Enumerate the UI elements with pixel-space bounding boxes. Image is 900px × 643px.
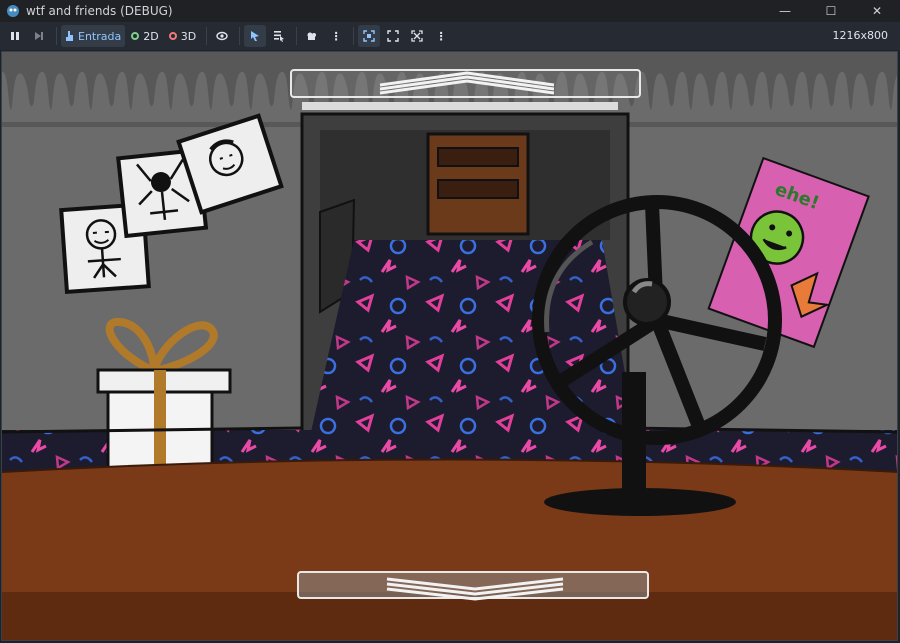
camera-options-button[interactable]: ⋮ xyxy=(325,25,347,47)
door-panel xyxy=(437,147,519,167)
keep-aspect-button[interactable] xyxy=(382,25,404,47)
fit-frame-icon xyxy=(363,30,375,42)
next-frame-button[interactable] xyxy=(28,25,50,47)
next-frame-icon xyxy=(35,32,43,40)
game-scene: ehe! xyxy=(2,52,897,640)
debug-toolbar: Entrada 2D 3D ⋮ ⋮ 1216x800 xyxy=(0,22,900,50)
mode-2d-dot-icon xyxy=(131,32,140,40)
tab-entrada[interactable]: Entrada xyxy=(61,25,126,47)
minimize-icon: — xyxy=(779,4,791,18)
minimize-button[interactable]: — xyxy=(762,0,808,22)
camera-icon xyxy=(307,32,317,40)
look-up-button[interactable] xyxy=(290,69,641,98)
tab-2d[interactable]: 2D xyxy=(127,25,162,47)
door-panel xyxy=(437,179,519,199)
pause-icon xyxy=(11,32,19,40)
tab-3d[interactable]: 3D xyxy=(165,25,200,47)
mode-3d-dot-icon xyxy=(168,32,177,40)
cursor-arrow-icon xyxy=(251,31,260,41)
window-title: wtf and friends (DEBUG) xyxy=(26,4,173,18)
select-button[interactable] xyxy=(244,25,267,47)
list-select-icon xyxy=(274,31,285,42)
chevron-down-icon xyxy=(386,577,564,601)
more-vertical-icon: ⋮ xyxy=(435,29,447,43)
tab-entrada-label: Entrada xyxy=(78,29,122,43)
resolution-label: 1216x800 xyxy=(832,29,889,42)
close-button[interactable]: ✕ xyxy=(854,0,900,22)
embed-options-button[interactable]: ⋮ xyxy=(430,25,452,47)
more-vertical-icon: ⋮ xyxy=(330,29,342,43)
fixed-size-button[interactable] xyxy=(358,25,381,47)
close-icon: ✕ xyxy=(871,4,883,18)
expand-icon xyxy=(387,30,399,42)
look-down-button[interactable] xyxy=(297,571,649,601)
tab-3d-label: 3D xyxy=(180,29,197,43)
game-viewport[interactable]: ehe! xyxy=(1,51,898,641)
camera-override-button[interactable] xyxy=(301,25,323,47)
vent-light xyxy=(302,102,618,110)
list-select-button[interactable] xyxy=(268,25,290,47)
toolbar-separator xyxy=(296,27,298,45)
maximize-icon: ☐ xyxy=(825,4,837,18)
godot-app-icon xyxy=(7,5,19,17)
maximize-button[interactable]: ☐ xyxy=(808,0,854,22)
input-icon xyxy=(66,31,73,41)
stretch-icon xyxy=(411,30,423,42)
eye-icon xyxy=(216,31,228,41)
visibility-button[interactable] xyxy=(211,25,233,47)
toolbar-separator xyxy=(56,27,57,45)
window-controls: — ☐ ✕ xyxy=(762,0,900,22)
stretch-button[interactable] xyxy=(406,25,428,47)
toolbar-separator xyxy=(353,27,355,45)
gift-box xyxy=(96,317,232,474)
tab-2d-label: 2D xyxy=(143,29,159,43)
pause-button[interactable] xyxy=(4,25,26,47)
chevron-up-icon xyxy=(379,71,555,95)
title-bar: wtf and friends (DEBUG) — ☐ ✕ xyxy=(0,0,900,22)
toolbar-separator xyxy=(206,27,208,45)
toolbar-separator xyxy=(239,27,241,45)
